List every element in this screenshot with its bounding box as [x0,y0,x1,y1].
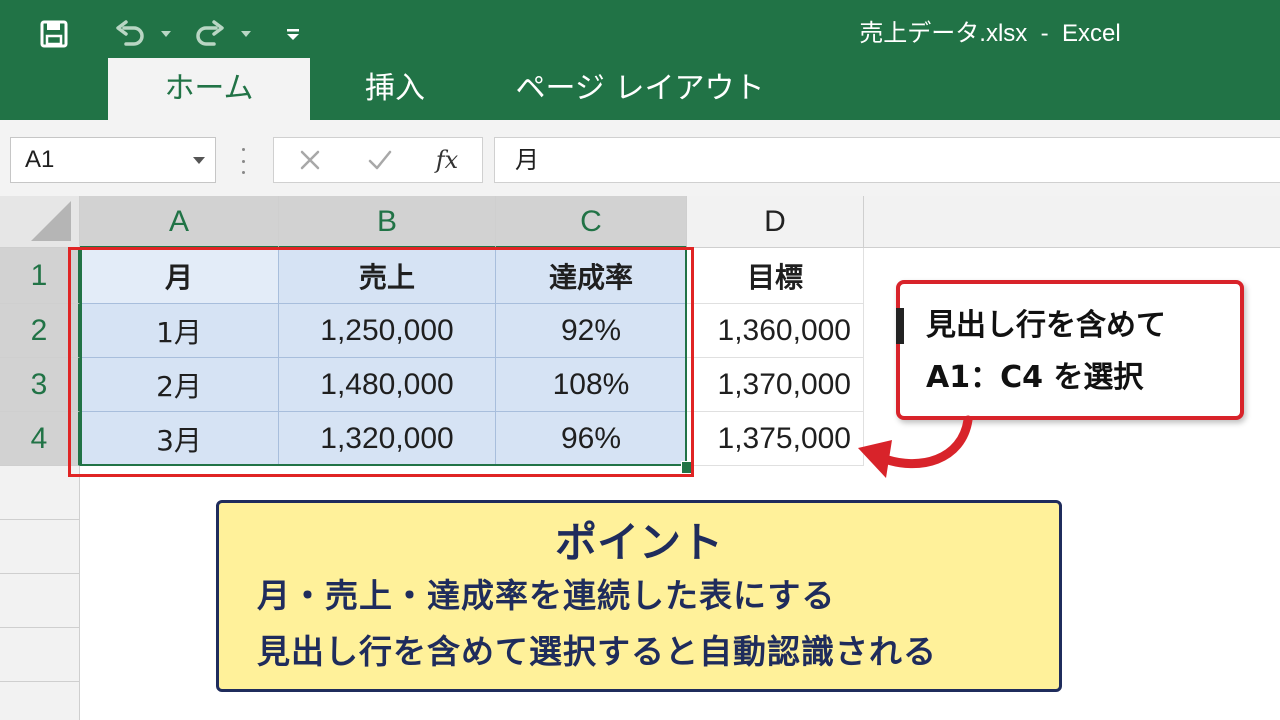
undo-dropdown-icon[interactable] [154,14,178,54]
cell-c4[interactable]: 96% [496,412,687,466]
cell-a4[interactable]: 3月 [80,412,279,466]
name-box-value: A1 [25,146,55,173]
redo-dropdown-icon[interactable] [234,14,258,54]
chevron-down-icon[interactable] [193,157,205,164]
column-header-d[interactable]: D [687,196,864,248]
point-line-1: 月・売上・達成率を連続した表にする [257,576,836,615]
cell-d1[interactable]: 目標 [687,248,864,304]
formula-input[interactable]: 月 [494,137,1280,183]
row-header-empty [0,520,80,574]
customize-qat-icon[interactable] [278,14,308,54]
cell-d2[interactable]: 1,360,000 [687,304,864,358]
row-header-2[interactable]: 2 [0,304,80,358]
formula-buttons: fx [273,137,483,183]
cell-b1[interactable]: 売上 [279,248,496,304]
selection-callout: 見出し行を含めて A1：C4 を選択 [896,280,1244,420]
window-title: 売上データ.xlsx - Excel [859,20,1121,47]
column-header-c[interactable]: C [496,196,687,248]
redo-icon[interactable] [188,14,232,54]
row-header-4[interactable]: 4 [0,412,80,466]
save-icon[interactable] [34,14,74,54]
fill-handle[interactable] [681,461,694,474]
cell-c1[interactable]: 達成率 [496,248,687,304]
tab-home[interactable]: ホーム [108,58,310,120]
cancel-icon[interactable] [288,138,332,182]
point-title: ポイント [554,518,723,567]
row-header-empty [0,466,80,520]
cell-c2[interactable]: 92% [496,304,687,358]
cell-b3[interactable]: 1,480,000 [279,358,496,412]
curved-arrow-icon [858,415,973,478]
callout-marker [896,308,904,344]
name-box[interactable]: A1 [10,137,216,183]
cell-c3[interactable]: 108% [496,358,687,412]
row-header-3[interactable]: 3 [0,358,80,412]
cell-b2[interactable]: 1,250,000 [279,304,496,358]
cell-b4[interactable]: 1,320,000 [279,412,496,466]
formula-bar-grip-icon[interactable] [238,148,248,174]
insert-function-button[interactable]: fx [422,138,472,182]
column-header-empty [864,196,1280,248]
undo-icon[interactable] [108,14,152,54]
enter-check-icon[interactable] [358,138,402,182]
select-all-icon [31,201,71,241]
title-bar: 売上データ.xlsx - Excel ホーム 挿入 ページ レイアウト [0,0,1280,120]
cell-d4[interactable]: 1,375,000 [687,412,864,466]
callout-line-2: A1：C4 を選択 [926,360,1144,395]
cell-a2[interactable]: 1月 [80,304,279,358]
point-line-2: 見出し行を含めて選択すると自動認識される [257,632,937,671]
tab-page-layout[interactable]: ページ レイアウト [500,58,780,120]
cell-a3[interactable]: 2月 [80,358,279,412]
point-box: ポイント 月・売上・達成率を連続した表にする 見出し行を含めて選択すると自動認識… [216,500,1062,692]
formula-content: 月 [515,146,539,174]
row-header-empty [0,574,80,628]
tab-insert[interactable]: 挿入 [330,58,460,120]
column-header-b[interactable]: B [279,196,496,248]
row-header-empty [0,682,80,720]
cell-a1[interactable]: 月 [80,248,279,304]
column-header-a[interactable]: A [80,196,279,248]
row-header-empty [0,628,80,682]
cell-d3[interactable]: 1,370,000 [687,358,864,412]
select-all-button[interactable] [0,196,80,248]
callout-line-1: 見出し行を含めて [926,308,1166,343]
row-header-1[interactable]: 1 [0,248,80,304]
